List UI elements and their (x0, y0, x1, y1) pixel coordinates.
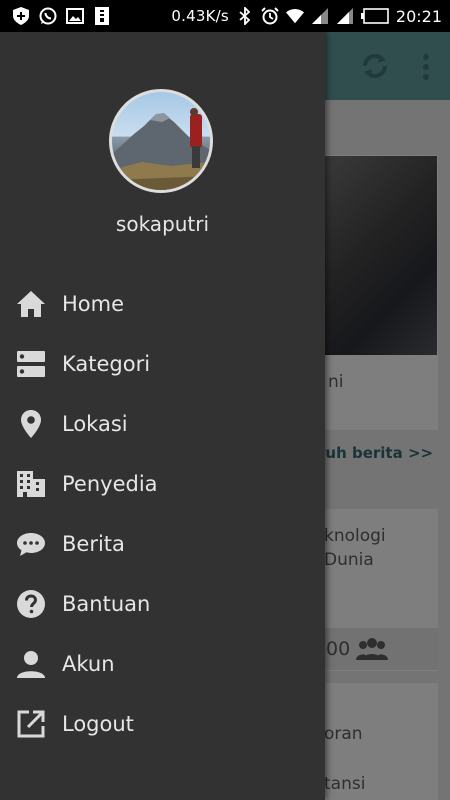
news-icon (15, 528, 47, 560)
bluetooth-icon (236, 7, 254, 25)
menu-item-kategori[interactable]: Kategori (0, 334, 325, 394)
shield-plus-icon (12, 7, 30, 25)
menu-item-label: Home (62, 292, 125, 316)
navigation-drawer: sokaputri Home Kategori Lokasi Penyedia … (0, 32, 325, 800)
menu-item-home[interactable]: Home (0, 274, 325, 334)
person-icon (15, 648, 47, 680)
home-icon (15, 288, 47, 320)
category-icon (15, 348, 47, 380)
menu-item-label: Bantuan (62, 592, 151, 616)
battery-icon (360, 7, 389, 25)
clock: 20:21 (395, 6, 442, 26)
logout-icon (15, 708, 47, 740)
network-speed: 0.43K/s (171, 7, 229, 25)
menu-item-label: Penyedia (62, 472, 158, 496)
drawer-menu: Home Kategori Lokasi Penyedia Berita Ban… (0, 274, 325, 754)
signal-icon-2 (336, 7, 354, 25)
menu-item-label: Lokasi (62, 412, 128, 436)
menu-item-label: Logout (62, 712, 134, 736)
file-icon (93, 7, 111, 25)
menu-item-berita[interactable]: Berita (0, 514, 325, 574)
whatsapp-icon (39, 7, 57, 25)
menu-item-label: Kategori (62, 352, 151, 376)
menu-item-logout[interactable]: Logout (0, 694, 325, 754)
alarm-icon (261, 7, 279, 25)
menu-item-bantuan[interactable]: Bantuan (0, 574, 325, 634)
building-icon (15, 468, 47, 500)
menu-item-akun[interactable]: Akun (0, 634, 325, 694)
menu-item-label: Berita (62, 532, 125, 556)
image-icon (66, 7, 84, 25)
menu-item-lokasi[interactable]: Lokasi (0, 394, 325, 454)
signal-icon (311, 7, 329, 25)
help-icon (15, 588, 47, 620)
location-pin-icon (15, 408, 47, 440)
menu-item-penyedia[interactable]: Penyedia (0, 454, 325, 514)
wifi-icon (285, 7, 304, 25)
status-bar: 0.43K/s 20:21 (0, 0, 450, 32)
profile-username: sokaputri (115, 212, 210, 236)
menu-item-label: Akun (62, 652, 115, 676)
avatar[interactable] (109, 89, 213, 193)
